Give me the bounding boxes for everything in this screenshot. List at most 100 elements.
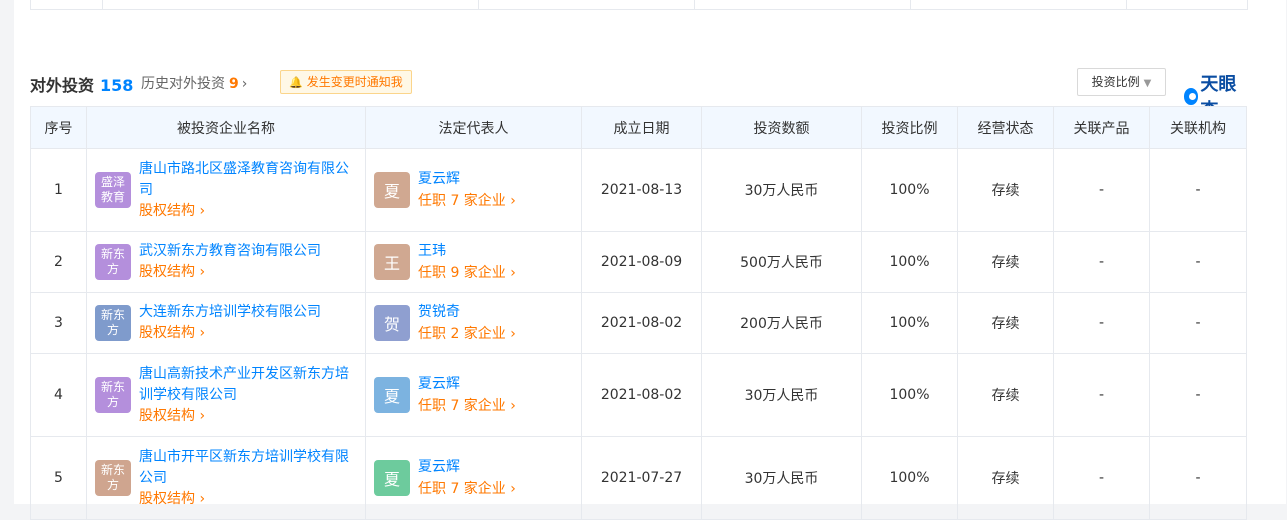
rep-positions-link[interactable]: 任职 7 家企业 › — [418, 395, 516, 417]
related-product: - — [1053, 231, 1150, 293]
table-row: 2 新东方 武汉新东方教育咨询有限公司 股权结构 › 王 王玮 任职 9 家企业… — [30, 231, 1247, 293]
row-index: 4 — [30, 353, 87, 437]
legal-rep-cell: 夏 夏云辉 任职 7 家企业 › — [365, 148, 582, 232]
section-title-text: 对外投资 — [30, 76, 95, 95]
row-index: 3 — [30, 292, 87, 354]
company-name-link[interactable]: 大连新东方培训学校有限公司 — [139, 302, 357, 323]
col-header-ratio: 投资比例 — [861, 106, 958, 149]
legal-rep-name-link[interactable]: 夏云辉 — [418, 456, 516, 478]
col-header-index: 序号 — [30, 106, 87, 149]
status-badge: 存续 — [957, 148, 1054, 232]
investment-ratio: 100% — [861, 148, 958, 232]
tianyancha-logo-icon — [1184, 87, 1199, 105]
caret-down-icon: ▼ — [1143, 78, 1152, 89]
history-count: 9 — [229, 76, 239, 92]
row-index: 1 — [30, 148, 87, 232]
company-name-link[interactable]: 唐山市开平区新东方培训学校有限公司 — [139, 447, 357, 489]
related-org: - — [1149, 231, 1247, 293]
table-row: 4 新东方 唐山高新技术产业开发区新东方培训学校有限公司 股权结构 › 夏 夏云… — [30, 353, 1247, 437]
status-badge: 存续 — [957, 292, 1054, 354]
company-logo: 新东方 — [95, 377, 131, 413]
ratio-sort-select[interactable]: 投资比例 ▼ — [1077, 68, 1166, 96]
equity-structure-link[interactable]: 股权结构 › — [139, 262, 357, 283]
company-name-link[interactable]: 唐山高新技术产业开发区新东方培训学校有限公司 — [139, 364, 357, 406]
avatar: 夏 — [374, 460, 410, 496]
col-header-company: 被投资企业名称 — [86, 106, 366, 149]
col-header-legal-rep: 法定代表人 — [365, 106, 582, 149]
company-cell: 新东方 唐山高新技术产业开发区新东方培训学校有限公司 股权结构 › — [86, 353, 366, 437]
established-date: 2021-08-09 — [581, 231, 702, 293]
equity-structure-link[interactable]: 股权结构 › — [139, 406, 357, 427]
notify-label: 发生变更时通知我 — [306, 75, 403, 89]
row-index: 5 — [30, 436, 87, 520]
related-product: - — [1053, 353, 1150, 437]
company-name-link[interactable]: 武汉新东方教育咨询有限公司 — [139, 241, 357, 262]
col-header-amount: 投资数额 — [701, 106, 862, 149]
investment-amount: 500万人民币 — [701, 231, 862, 293]
rep-positions-link[interactable]: 任职 2 家企业 › — [418, 323, 516, 345]
company-cell: 新东方 武汉新东方教育咨询有限公司 股权结构 › — [86, 231, 366, 293]
table-row: 5 新东方 唐山市开平区新东方培训学校有限公司 股权结构 › 夏 夏云辉 任职 … — [30, 436, 1247, 520]
investment-ratio: 100% — [861, 436, 958, 520]
rep-positions-link[interactable]: 任职 7 家企业 › — [418, 190, 516, 212]
history-investment-link[interactable]: 历史对外投资 9 › — [141, 73, 247, 93]
history-label: 历史对外投资 — [141, 76, 225, 92]
investment-amount: 30万人民币 — [701, 353, 862, 437]
row-index: 2 — [30, 231, 87, 293]
related-org: - — [1149, 292, 1247, 354]
notify-on-change-button[interactable]: 🔔 发生变更时通知我 — [280, 70, 412, 94]
avatar: 夏 — [374, 377, 410, 413]
avatar: 贺 — [374, 305, 410, 341]
related-org: - — [1149, 148, 1247, 232]
investment-card: 对外投资158 历史对外投资9› 🔔发生变更时通知我 投资比例▼ 天眼查 — [14, 0, 1286, 520]
table-row: 1 盛泽教育 唐山市路北区盛泽教育咨询有限公司 股权结构 › 夏 夏云辉 任职 … — [30, 148, 1247, 232]
related-org: - — [1149, 353, 1247, 437]
previous-table-remnant — [30, 0, 1248, 10]
investment-table: 序号 被投资企业名称 法定代表人 成立日期 投资数额 投资比例 经营状态 关联产… — [30, 106, 1247, 520]
investment-amount: 30万人民币 — [701, 148, 862, 232]
status-badge: 存续 — [957, 231, 1054, 293]
section-title: 对外投资 158 — [30, 72, 133, 96]
ratio-select-label: 投资比例 — [1091, 75, 1140, 89]
legal-rep-name-link[interactable]: 夏云辉 — [418, 168, 516, 190]
legal-rep-name-link[interactable]: 王玮 — [418, 240, 516, 262]
company-name-link[interactable]: 唐山市路北区盛泽教育咨询有限公司 — [139, 159, 357, 201]
investment-count: 158 — [100, 76, 134, 95]
company-logo: 新东方 — [95, 460, 131, 496]
company-logo: 新东方 — [95, 244, 131, 280]
related-product: - — [1053, 436, 1150, 520]
company-logo: 新东方 — [95, 305, 131, 341]
related-product: - — [1053, 148, 1150, 232]
equity-structure-link[interactable]: 股权结构 › — [139, 323, 357, 344]
legal-rep-cell: 夏 夏云辉 任职 7 家企业 › — [365, 436, 582, 520]
related-org: - — [1149, 436, 1247, 520]
established-date: 2021-07-27 — [581, 436, 702, 520]
rep-positions-link[interactable]: 任职 7 家企业 › — [418, 478, 516, 500]
investment-ratio: 100% — [861, 231, 958, 293]
company-cell: 盛泽教育 唐山市路北区盛泽教育咨询有限公司 股权结构 › — [86, 148, 366, 232]
col-header-product: 关联产品 — [1053, 106, 1150, 149]
status-badge: 存续 — [957, 436, 1054, 520]
legal-rep-name-link[interactable]: 贺锐奇 — [418, 301, 516, 323]
established-date: 2021-08-02 — [581, 292, 702, 354]
legal-rep-cell: 王 王玮 任职 9 家企业 › — [365, 231, 582, 293]
col-header-status: 经营状态 — [957, 106, 1054, 149]
avatar: 夏 — [374, 172, 410, 208]
col-header-org: 关联机构 — [1149, 106, 1247, 149]
rep-positions-link[interactable]: 任职 9 家企业 › — [418, 262, 516, 284]
legal-rep-cell: 夏 夏云辉 任职 7 家企业 › — [365, 353, 582, 437]
bell-icon: 🔔 — [289, 76, 303, 89]
investment-ratio: 100% — [861, 353, 958, 437]
legal-rep-name-link[interactable]: 夏云辉 — [418, 373, 516, 395]
legal-rep-cell: 贺 贺锐奇 任职 2 家企业 › — [365, 292, 582, 354]
company-cell: 新东方 唐山市开平区新东方培训学校有限公司 股权结构 › — [86, 436, 366, 520]
company-cell: 新东方 大连新东方培训学校有限公司 股权结构 › — [86, 292, 366, 354]
table-row: 3 新东方 大连新东方培训学校有限公司 股权结构 › 贺 贺锐奇 任职 2 家企… — [30, 292, 1247, 354]
equity-structure-link[interactable]: 股权结构 › — [139, 201, 357, 222]
avatar: 王 — [374, 244, 410, 280]
status-badge: 存续 — [957, 353, 1054, 437]
table-header-row: 序号 被投资企业名称 法定代表人 成立日期 投资数额 投资比例 经营状态 关联产… — [30, 106, 1247, 149]
company-logo: 盛泽教育 — [95, 172, 131, 208]
chevron-right-icon: › — [241, 76, 248, 92]
equity-structure-link[interactable]: 股权结构 › — [139, 489, 357, 510]
